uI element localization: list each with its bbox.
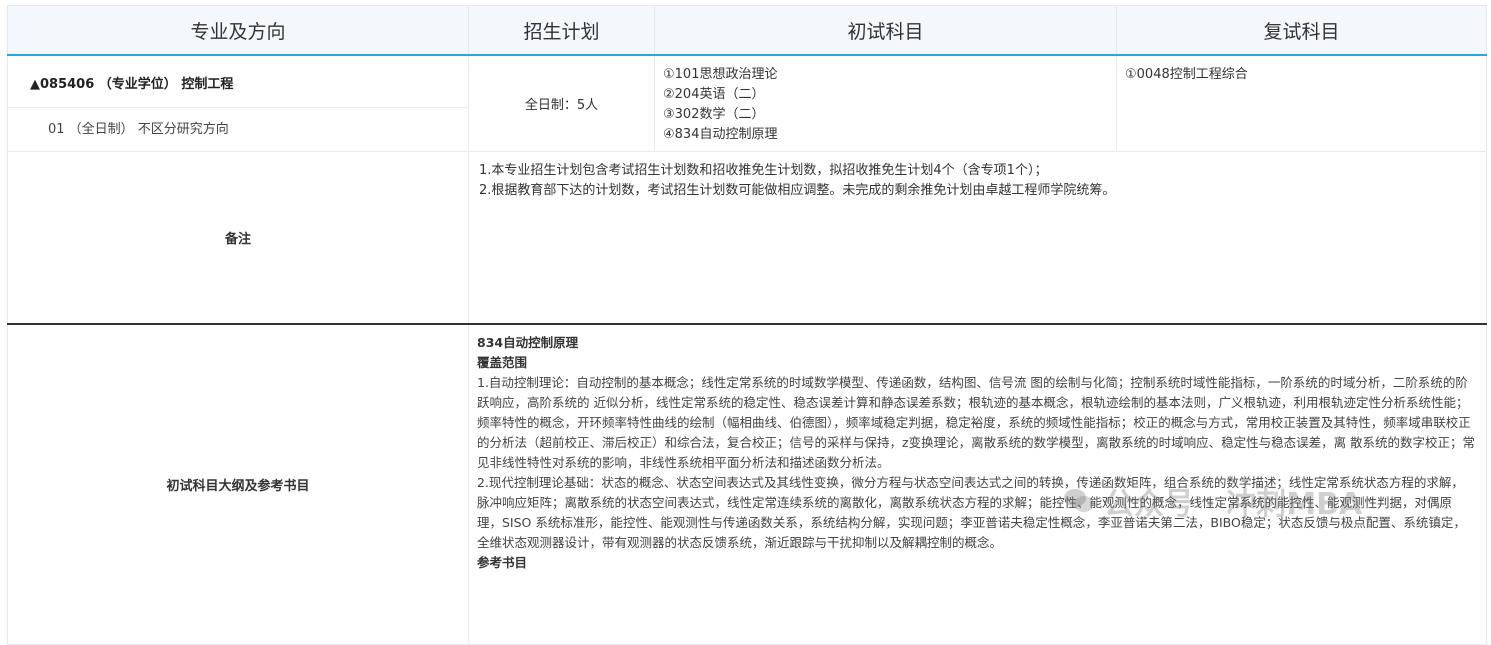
table-header-row: 专业及方向 招生计划 初试科目 复试科目 — [7, 5, 1487, 56]
outline-label: 初试科目大纲及参考书目 — [7, 323, 469, 645]
program-row: ▲085406 （专业学位） 控制工程 01 （全日制） 不区分研究方向 全日制… — [7, 54, 1487, 152]
note-line: 2.根据教育部下达的计划数，考试招生计划数可能做相应调整。未完成的剩余推免计划由… — [479, 182, 1116, 198]
outline-paragraph-1: 1.自动控制理论：自动控制的基本概念；线性定常系统的时域数学模型、传递函数，结构… — [477, 375, 1476, 470]
admission-table: 专业及方向 招生计划 初试科目 复试科目 ▲085406 （专业学位） 控制工程… — [7, 5, 1487, 645]
notes-label: 备注 — [7, 150, 469, 325]
page: 专业及方向 招生计划 初试科目 复试科目 ▲085406 （专业学位） 控制工程… — [0, 0, 1491, 645]
retest-subjects-cell: ①0048控制工程综合 — [1116, 54, 1487, 152]
header-initial-exam: 初试科目 — [654, 5, 1117, 56]
program-title: ▲085406 （专业学位） 控制工程 — [8, 56, 468, 108]
initial-subject: ②204英语（二） — [663, 87, 765, 102]
outline-content: 834自动控制原理 覆盖范围 1.自动控制理论：自动控制的基本概念；线性定常系统… — [468, 323, 1487, 645]
initial-subject: ③302数学（二） — [663, 107, 765, 122]
initial-subject: ①101思想政治理论 — [663, 67, 778, 82]
header-major: 专业及方向 — [7, 5, 469, 56]
notes-content: 1.本专业招生计划包含考试招生计划数和招收推免生计划数，拟招收推免生计划4个（含… — [468, 150, 1487, 325]
notes-row: 备注 1.本专业招生计划包含考试招生计划数和招收推免生计划数，拟招收推免生计划4… — [7, 150, 1487, 325]
retest-subject: ①0048控制工程综合 — [1125, 67, 1248, 82]
major-cell: ▲085406 （专业学位） 控制工程 01 （全日制） 不区分研究方向 — [7, 54, 469, 152]
outline-row: 初试科目大纲及参考书目 834自动控制原理 覆盖范围 1.自动控制理论：自动控制… — [7, 323, 1487, 645]
header-retest: 复试科目 — [1116, 5, 1487, 56]
note-line: 1.本专业招生计划包含考试招生计划数和招收推免生计划数，拟招收推免生计划4个（含… — [479, 162, 1048, 178]
header-plan: 招生计划 — [468, 5, 655, 56]
scope-heading: 覆盖范围 — [477, 355, 528, 370]
outline-subject: 834自动控制原理 — [477, 335, 579, 350]
plan-cell: 全日制：5人 — [468, 54, 655, 152]
initial-subjects-cell: ①101思想政治理论 ②204英语（二） ③302数学（二） ④834自动控制原… — [654, 54, 1117, 152]
outline-paragraph-2: 2.现代控制理论基础：状态的概念、状态空间表达式及其线性变换，微分方程与状态空间… — [477, 475, 1466, 550]
program-direction: 01 （全日制） 不区分研究方向 — [48, 122, 229, 137]
initial-subject: ④834自动控制原理 — [663, 127, 778, 142]
reference-heading: 参考书目 — [477, 555, 528, 570]
